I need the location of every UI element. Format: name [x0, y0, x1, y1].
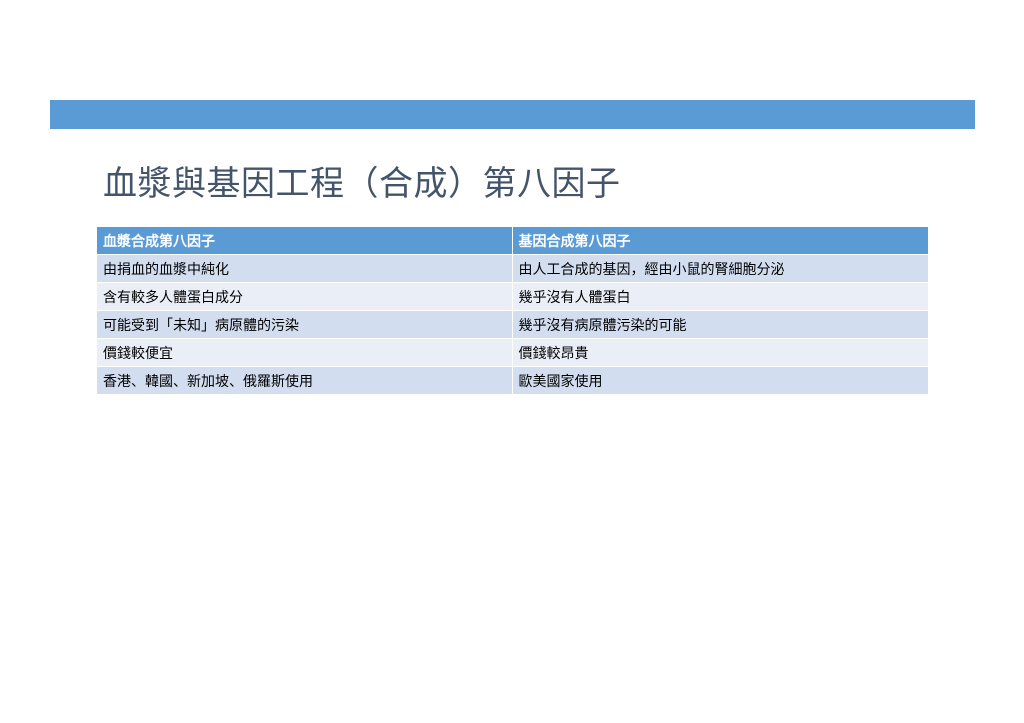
- table-cell-recombinant: 價錢較昂貴: [512, 338, 929, 367]
- table-cell-recombinant: 幾乎沒有病原體污染的可能: [512, 310, 929, 339]
- table-cell-plasma: 可能受到「未知」病原體的污染: [97, 310, 513, 339]
- page-title: 血漿與基因工程（合成）第八因子: [103, 164, 621, 204]
- comparison-table: 血漿合成第八因子 基因合成第八因子 由捐血的血漿中純化 由人工合成的基因，經由小…: [97, 227, 929, 395]
- table-row: 價錢較便宜 價錢較昂貴: [97, 338, 929, 367]
- table-row: 可能受到「未知」病原體的污染 幾乎沒有病原體污染的可能: [97, 310, 929, 339]
- table-cell-recombinant: 由人工合成的基因，經由小鼠的腎細胞分泌: [512, 254, 929, 283]
- column-header-recombinant: 基因合成第八因子: [512, 227, 929, 255]
- table-cell-plasma: 價錢較便宜: [97, 338, 513, 367]
- table-cell-recombinant: 幾乎沒有人體蛋白: [512, 282, 929, 311]
- header-accent-bar: [50, 100, 975, 129]
- table-header-row: 血漿合成第八因子 基因合成第八因子: [97, 227, 929, 255]
- table-cell-plasma: 香港、韓國、新加坡、俄羅斯使用: [97, 366, 513, 395]
- column-header-plasma: 血漿合成第八因子: [97, 227, 513, 255]
- table-row: 由捐血的血漿中純化 由人工合成的基因，經由小鼠的腎細胞分泌: [97, 254, 929, 283]
- table-row: 香港、韓國、新加坡、俄羅斯使用 歐美國家使用: [97, 366, 929, 395]
- table-cell-plasma: 含有較多人體蛋白成分: [97, 282, 513, 311]
- table-cell-recombinant: 歐美國家使用: [512, 366, 929, 395]
- table-cell-plasma: 由捐血的血漿中純化: [97, 254, 513, 283]
- table-row: 含有較多人體蛋白成分 幾乎沒有人體蛋白: [97, 282, 929, 311]
